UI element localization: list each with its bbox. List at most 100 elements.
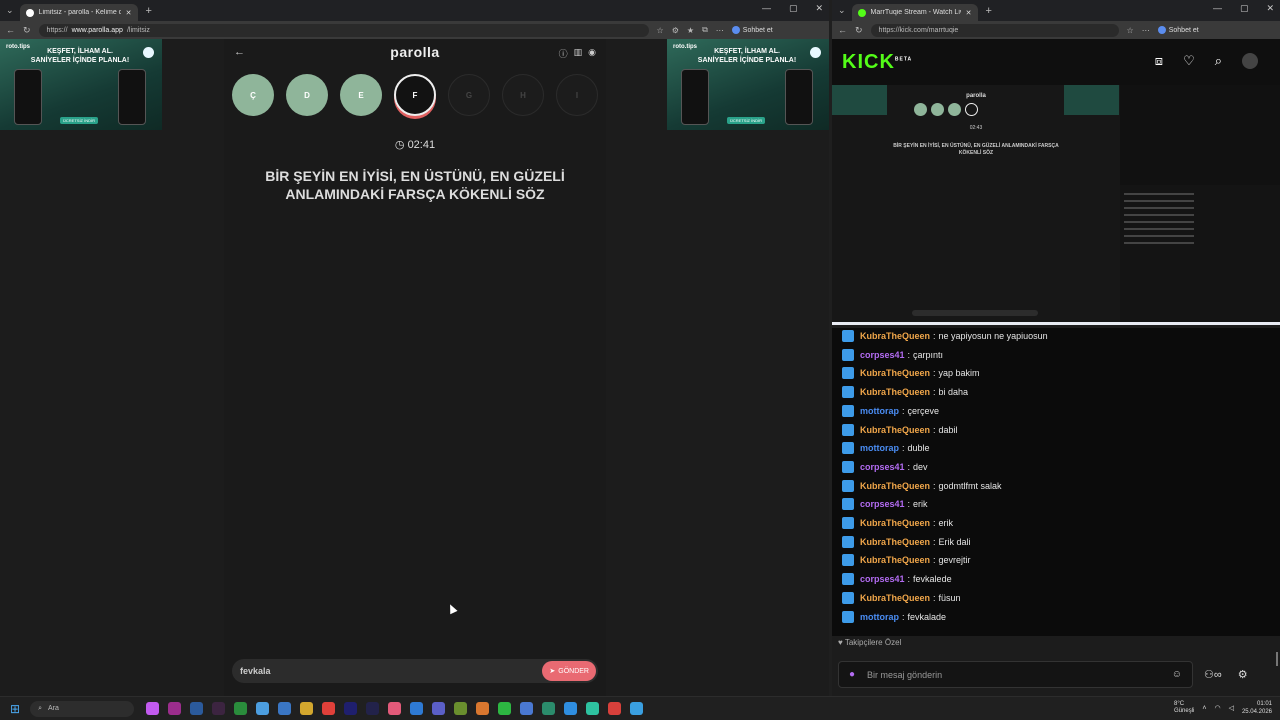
copilot-icon [1157,26,1166,34]
close-tab-icon[interactable]: ✕ [966,9,972,17]
chat-input[interactable]: ● Bir mesaj gönderin ☺ [838,661,1193,688]
chat-username[interactable]: KubraTheQueen [860,331,930,341]
ad-banner-right[interactable]: roto.tips KEŞFET, İLHAM AL. SANİYELER İÇ… [667,39,829,130]
reload-icon[interactable]: ↻ [23,25,31,36]
new-tab-icon[interactable]: + [986,5,992,17]
whatsapp-icon[interactable] [498,702,512,715]
taskbar-search[interactable]: ⌕ Ara [30,700,135,717]
chrome-icon[interactable] [608,702,622,715]
favorite-star-icon[interactable]: ☆ [1127,26,1134,35]
tab-parolla[interactable]: Limitsiz - parolla - Kelime oyunu ✕ [19,4,138,21]
app-icon[interactable] [630,702,644,715]
copilot-app-icon[interactable] [146,702,160,715]
chevron-up-icon[interactable]: ˄ [1202,705,1206,712]
separator: : [902,405,905,416]
chat-username[interactable]: corpses41 [860,574,905,584]
favorites-icon[interactable]: ★ [687,26,694,35]
chat-username[interactable]: KubraTheQueen [860,555,930,565]
stream-player[interactable]: parolla 02:43 BİR ŞEYİN EN İYİSİ, EN ÜST… [832,85,1280,325]
edge-icon[interactable] [586,702,600,715]
instagram-icon[interactable] [388,702,402,715]
chat-username[interactable]: mottorap [860,612,899,622]
app-icon[interactable] [476,702,490,715]
dreamweaver-icon[interactable] [168,702,182,715]
ad-banner-left[interactable]: roto.tips KEŞFET, İLHAM AL. SANİYELER İÇ… [0,39,162,130]
clock[interactable]: 01:01 25.04.2026 [1242,700,1272,716]
weather-widget[interactable]: 8°C Güneşli [1174,701,1194,715]
kick-header: KICKBETA ⧈ ♡ ⌕ [832,39,1280,85]
chat-username[interactable]: KubraTheQueen [860,387,930,397]
chat-button[interactable]: Sohbet et [731,26,773,34]
favorite-star-icon[interactable]: ☆ [657,26,664,35]
app-icon[interactable] [212,702,226,715]
chat-username[interactable]: mottorap [860,406,899,416]
chat-username[interactable]: corpses41 [860,499,905,509]
back-nav-icon[interactable]: ← [838,25,847,35]
tab-kick[interactable]: MarrTuqie Stream - Watch Live on ✕ [851,4,978,21]
chat-username[interactable]: corpses41 [860,462,905,472]
info-icon[interactable]: ⓘ [559,47,568,60]
file-explorer-icon[interactable] [300,702,314,715]
teams-icon[interactable] [432,702,446,715]
calculator-icon[interactable] [278,702,292,715]
collections-icon[interactable]: ⧉ [702,25,708,35]
emoji-icon[interactable]: ☺ [1172,669,1182,680]
app-icon[interactable] [542,702,556,715]
tab-menu-icon[interactable]: ⌄ [6,5,14,16]
tab-title: Limitsiz - parolla - Kelime oyunu [38,9,121,16]
app-icon[interactable] [322,702,336,715]
community-icon[interactable]: ⚇∞ [1204,668,1222,681]
vs-icon[interactable] [190,702,204,715]
chat-username[interactable]: KubraTheQueen [860,425,930,435]
avatar[interactable] [1242,53,1258,69]
aftereffects-icon[interactable] [366,702,380,715]
reload-icon[interactable]: ↻ [855,25,863,36]
answer-input[interactable]: fevkala [240,666,542,676]
chat-username[interactable]: KubraTheQueen [860,593,930,603]
premiere-icon[interactable] [344,702,358,715]
chat-username[interactable]: mottorap [860,443,899,453]
more-icon[interactable]: ⋯ [1142,26,1150,35]
app-icon[interactable] [410,702,424,715]
speaker-icon[interactable]: ◁ [1229,704,1234,712]
url-field[interactable]: https://kick.com/marrtuqie [870,23,1119,37]
chat-scrollbar[interactable] [1276,652,1278,666]
wifi-icon[interactable]: ◠ [1214,704,1220,712]
send-button[interactable]: ➤ GÖNDER [542,661,596,681]
kick-logo[interactable]: KICKBETA [842,51,912,74]
app-icon[interactable] [454,702,468,715]
back-nav-icon[interactable]: ← [6,25,15,35]
windows-start-icon[interactable]: ⊞ [10,702,20,716]
app-icon[interactable] [520,702,534,715]
url-field[interactable]: https://www.parolla.app/limitsiz [38,23,649,37]
gear-icon[interactable]: ⚙ [1238,668,1248,681]
close-window-icon[interactable]: ✕ [815,3,823,14]
preview-timer: 02:43 [969,125,983,131]
maximize-icon[interactable]: ▢ [789,3,798,14]
chat-username[interactable]: KubraTheQueen [860,537,930,547]
following-icon[interactable]: ⧈ [1155,53,1163,69]
vscode-icon[interactable] [564,702,578,715]
chat-username[interactable]: KubraTheQueen [860,518,930,528]
new-tab-icon[interactable]: + [146,5,152,17]
minimize-icon[interactable]: — [1213,3,1222,14]
close-window-icon[interactable]: ✕ [1266,3,1274,14]
chat-button[interactable]: Sohbet et [1157,26,1199,34]
mail-icon[interactable] [256,702,270,715]
search-icon[interactable]: ⌕ [1215,53,1222,69]
more-icon[interactable]: ⋯ [716,26,724,35]
heart-icon[interactable]: ♡ [1183,53,1195,69]
xbox-icon[interactable] [234,702,248,715]
extensions-icon[interactable]: ⚙ [672,26,679,35]
chat-username[interactable]: KubraTheQueen [860,368,930,378]
close-tab-icon[interactable]: ✕ [126,9,132,17]
user-icon[interactable]: ◉ [588,47,596,60]
chart-icon[interactable]: ▥ [574,47,583,60]
minimize-icon[interactable]: — [762,3,771,14]
chat-username[interactable]: KubraTheQueen [860,481,930,491]
answer-form: fevkala ➤ GÖNDER [232,659,598,683]
maximize-icon[interactable]: ▢ [1240,3,1249,14]
chat-username[interactable]: corpses41 [860,350,905,360]
chat-message: KubraTheQueen: füsun [842,591,961,604]
tab-menu-icon[interactable]: ⌄ [838,5,846,16]
